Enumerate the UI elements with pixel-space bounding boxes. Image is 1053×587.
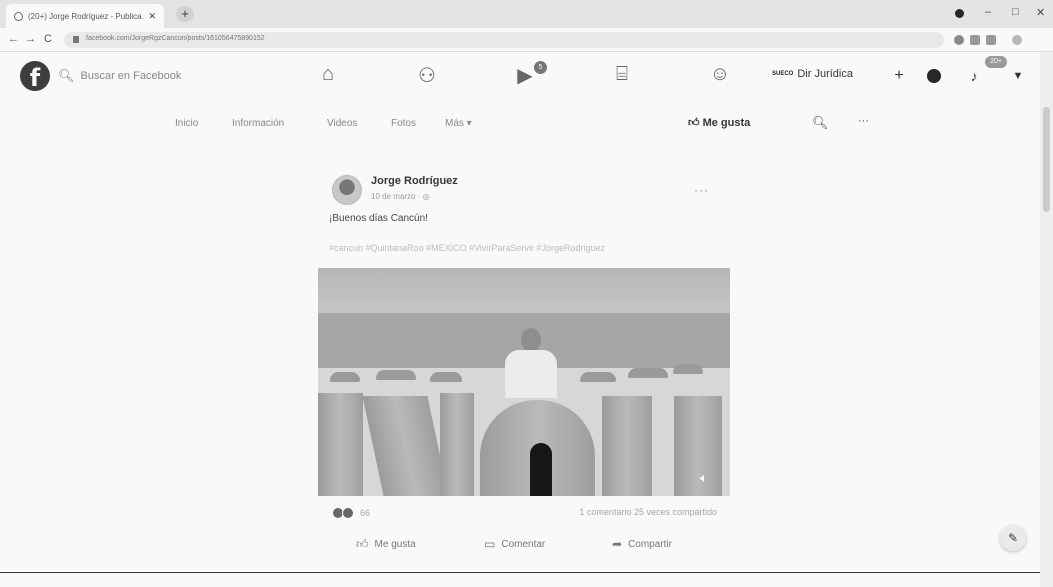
umbrella <box>673 364 703 374</box>
maximize-button[interactable]: □ <box>1012 6 1019 18</box>
marketplace-icon[interactable]: ⌸ <box>607 63 637 86</box>
page-tabs: Inicio Información Videos Fotos Más ▾ 👍︎… <box>0 112 1040 138</box>
browser-tab-bar: (20+) Jorge Rodríguez - Publica... ✕ + –… <box>0 0 1053 28</box>
comment-label: Comentar <box>501 538 546 550</box>
like-label: Me gusta <box>374 539 416 550</box>
thumbs-up-icon: 👍︎ <box>688 117 700 129</box>
edit-icon[interactable]: ✎ <box>1000 525 1026 551</box>
back-button[interactable]: ← <box>8 33 19 45</box>
umbrella <box>376 370 416 380</box>
search-input[interactable]: 🔍︎ Buscar en Facebook <box>58 62 238 90</box>
page-scrollbar[interactable] <box>1040 52 1053 587</box>
comment-button[interactable]: ▭ Comentar <box>484 537 545 551</box>
tab-inicio[interactable]: Inicio <box>175 118 198 129</box>
share-label: Compartir <box>628 538 672 550</box>
like-icon: 👍︎ <box>356 537 369 551</box>
post-options-button[interactable]: ··· <box>694 183 709 197</box>
post-meta: 10 de marzo · ◎ <box>371 192 430 201</box>
profile-dot-icon[interactable] <box>955 9 964 18</box>
tab-videos[interactable]: Videos <box>327 118 357 129</box>
minimize-button[interactable]: – <box>985 6 991 18</box>
groups-icon[interactable]: ☺ <box>705 63 735 86</box>
divider <box>0 572 1040 573</box>
comment-icon: ▭ <box>484 537 496 551</box>
person-head <box>521 328 541 352</box>
address-bar-row: ← → C facebook.com/JorgeRgzCancun/posts/… <box>0 28 1053 52</box>
search-placeholder: Buscar en Facebook <box>80 70 182 82</box>
extension-icon[interactable] <box>954 35 964 45</box>
page-search-icon[interactable]: 🔍︎ <box>812 115 829 131</box>
scroll-thumb[interactable] <box>1043 107 1050 212</box>
home-icon[interactable]: ⌂ <box>313 63 343 86</box>
page-more-button[interactable]: ··· <box>858 115 869 127</box>
forward-button[interactable]: → <box>25 33 36 45</box>
tab-close-icon[interactable]: ✕ <box>148 11 156 22</box>
umbrella <box>580 372 616 382</box>
post-hashtags[interactable]: #cancun #QuintanaRoo #MEXICO #VivirParaS… <box>329 243 605 253</box>
reactions-summary[interactable]: 66 <box>332 507 370 519</box>
post-video[interactable]: 🔈︎ <box>318 268 730 496</box>
author-avatar[interactable] <box>332 175 362 205</box>
umbrella <box>628 368 668 378</box>
reading-list-icon[interactable] <box>986 35 996 45</box>
post-card: Jorge Rodríguez 10 de marzo · ◎ ··· ¡Bue… <box>318 165 730 585</box>
account-menu-chevron-icon[interactable]: ▼ <box>1007 65 1029 87</box>
sign-letter <box>674 396 722 496</box>
umbrella <box>330 372 360 382</box>
browser-tab[interactable]: (20+) Jorge Rodríguez - Publica... ✕ <box>6 4 164 28</box>
facebook-logo-icon[interactable]: f <box>20 61 50 92</box>
account-mini-logo: SUECO <box>772 71 794 77</box>
messenger-icon[interactable] <box>927 69 941 83</box>
create-button[interactable]: + <box>888 65 910 87</box>
search-icon: 🔍︎ <box>58 68 75 83</box>
reaction-count: 66 <box>360 508 371 518</box>
sign-letter <box>440 393 474 496</box>
share-icon: ➦ <box>612 537 623 551</box>
tab-mas[interactable]: Más ▾ <box>445 118 472 129</box>
umbrella <box>430 372 462 382</box>
sign-letter <box>602 396 652 496</box>
puzzle-icon[interactable] <box>970 35 980 45</box>
tab-title: (20+) Jorge Rodríguez - Publica... <box>28 11 145 21</box>
account-name: Dir Jurídica <box>797 68 853 80</box>
share-button[interactable]: ➦ Compartir <box>612 537 672 551</box>
watch-badge: 5 <box>534 61 547 74</box>
love-reaction-icon <box>342 507 354 519</box>
lock-icon <box>73 36 79 43</box>
volume-icon[interactable]: 🔈︎ <box>700 470 708 486</box>
person-body <box>505 350 557 398</box>
new-tab-button[interactable]: + <box>176 6 194 22</box>
reload-button[interactable]: C <box>44 33 52 45</box>
person-figure <box>503 328 558 398</box>
like-button[interactable]: 👍︎ Me gusta <box>356 537 416 552</box>
url-text: facebook.com/JorgeRgzCancun/posts/161056… <box>86 35 265 42</box>
sign-letter <box>318 393 363 496</box>
account-profile-link[interactable]: SUECO Dir Jurídica <box>772 68 853 80</box>
tab-favicon-icon <box>14 11 23 21</box>
page-like-button[interactable]: 👍︎ Me gusta <box>688 116 750 129</box>
globe-icon: ◎ <box>422 192 430 201</box>
page-like-label: Me gusta <box>702 117 751 129</box>
bell-icon[interactable]: ♪ <box>963 65 985 87</box>
close-window-button[interactable]: ✕ <box>1036 6 1045 19</box>
video-sky <box>318 268 730 313</box>
post-text: ¡Buenos días Cancún! <box>329 213 428 224</box>
url-field[interactable]: facebook.com/JorgeRgzCancun/posts/161056… <box>64 32 944 48</box>
profile-avatar-icon[interactable] <box>1012 35 1022 45</box>
sign-letter-hole <box>530 443 552 496</box>
tab-fotos[interactable]: Fotos <box>391 118 416 129</box>
post-author[interactable]: Jorge Rodríguez <box>371 175 458 187</box>
facebook-top-nav: f 🔍︎ Buscar en Facebook ⌂ ⚇ ▶ 5 ⌸ ☺ SUEC… <box>0 53 1040 99</box>
friends-icon[interactable]: ⚇ <box>412 63 442 88</box>
tab-informacion[interactable]: Información <box>232 118 284 129</box>
notification-badge: 20+ <box>985 56 1007 68</box>
comments-shares-count[interactable]: 1 comentario 25 veces compartido <box>579 507 717 517</box>
post-date[interactable]: 10 de marzo · <box>371 192 423 201</box>
